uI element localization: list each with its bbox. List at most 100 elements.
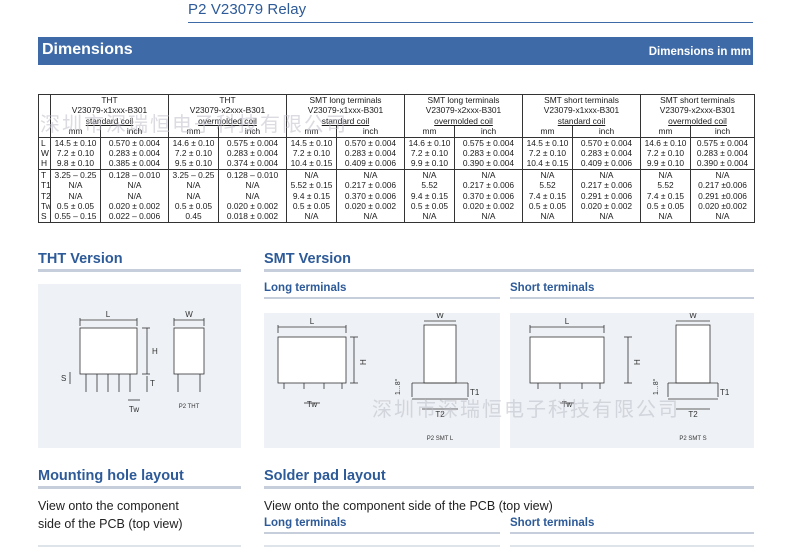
table-cell: 7.2 ± 0.10 <box>640 148 691 159</box>
table-cell: 0.5 ± 0.05 <box>286 201 337 212</box>
smt-short-drawing-panel: L W H 1...8° Tw T1 T2 P2 SMT S <box>510 311 754 448</box>
table-row: H 9.8 ± 0.10 0.385 ± 0.004 9.5 ± 0.10 0.374 … <box>38 158 755 170</box>
units-note: Dimensions in mm <box>648 46 751 58</box>
table-row: L 14.5 ± 0.10 0.570 ± 0.004 14.6 ± 0.10 0.57… <box>38 137 755 149</box>
mounting-panel-edge <box>38 545 241 547</box>
solder-text: View onto the component side of the PCB … <box>264 499 553 513</box>
table-row: W 7.2 ± 0.10 0.283 ± 0.004 7.2 ± 0.10 0.283 … <box>38 148 755 159</box>
table-cell: N/A <box>690 169 755 181</box>
smt-long-heading: Long terminals <box>264 282 347 294</box>
table-cell: N/A <box>100 190 169 202</box>
table-cell: 0.385 ± 0.004 <box>100 158 169 170</box>
table-cell: 7.2 ± 0.10 <box>522 148 573 159</box>
table-cell: 0.283 ± 0.004 <box>454 148 523 159</box>
table-cell: 0.128 – 0.010 <box>218 169 287 181</box>
smt-long-label-W: W <box>436 313 444 320</box>
table-cell: 0.575 ± 0.004 <box>218 137 287 149</box>
solder-pad-heading: Solder pad layout <box>264 468 386 484</box>
tht-version-heading: THT Version <box>38 251 123 267</box>
unit-label: inch <box>690 126 755 138</box>
table-cell: N/A <box>522 211 573 223</box>
table-cell: 0.020 ± 0.002 <box>454 201 523 212</box>
solder-short-rule <box>510 532 754 534</box>
table-cell: N/A <box>404 211 455 223</box>
table-cell: 7.2 ± 0.10 <box>50 148 101 159</box>
table-cell: N/A <box>572 169 641 181</box>
smt-short-caption: P2 SMT S <box>679 436 706 442</box>
row-label: T1 <box>38 180 51 191</box>
table-cell: 0.570 ± 0.004 <box>336 137 405 149</box>
table-cell: 5.52 <box>522 180 573 191</box>
group-part-number: V23079-x2xxx-B301 <box>404 105 523 116</box>
group-title: THT <box>50 94 169 106</box>
unit-label: inch <box>572 126 641 138</box>
table-row: S 0.55 – 0.15 0.022 – 0.006 0.45 0.018 ± 0.0… <box>38 211 755 223</box>
table-cell: 7.2 ± 0.10 <box>168 148 219 159</box>
mounting-heading-rule <box>38 486 241 489</box>
mounting-hole-heading: Mounting hole layout <box>38 468 184 484</box>
table-cell: 7.2 ± 0.10 <box>404 148 455 159</box>
table-cell: N/A <box>168 180 219 191</box>
row-label: T2 <box>38 190 51 202</box>
unit-label: mm <box>404 126 455 138</box>
table-cell: N/A <box>50 190 101 202</box>
table-cell: 0.409 ± 0.006 <box>572 158 641 170</box>
table-cell: 10.4 ± 0.15 <box>522 158 573 170</box>
table-cell: N/A <box>218 180 287 191</box>
group-title: SMT long terminals <box>404 94 523 106</box>
smt-short-rule <box>510 297 754 299</box>
table-cell: 0.409 ± 0.006 <box>336 158 405 170</box>
table-cell: 14.6 ± 0.10 <box>168 137 219 149</box>
row-label: S <box>38 211 51 223</box>
tht-body-end <box>173 327 205 375</box>
row-label: T <box>38 169 51 181</box>
table-cell: 0.020 ± 0.002 <box>572 201 641 212</box>
table-cell: 0.575 ± 0.004 <box>454 137 523 149</box>
table-cell: 0.370 ± 0.006 <box>454 190 523 202</box>
corner-cell <box>38 94 51 106</box>
table-cell: 0.5 ± 0.05 <box>522 201 573 212</box>
watermark-table: 深圳市深瑞恒电子科技有限公司 <box>40 112 348 136</box>
table-row: T1 N/A N/A N/A N/A 5.52 ± 0.15 0.217 ± 0.006 5.… <box>38 180 755 191</box>
table-cell: 0.570 ± 0.004 <box>100 137 169 149</box>
mounting-text-line2: side of the PCB (top view) <box>38 517 183 531</box>
smt-long-rule <box>264 297 500 299</box>
table-cell: 10.4 ± 0.15 <box>286 158 337 170</box>
table-cell: 0.020 ±0.002 <box>690 201 755 212</box>
tht-label-W: W <box>185 310 193 319</box>
table-cell: 0.291 ±0.006 <box>690 190 755 202</box>
table-cell: N/A <box>572 211 641 223</box>
unit-label: mm <box>640 126 691 138</box>
tht-relay-drawing: L W H T S Tw P2 THT <box>61 310 205 414</box>
smt-long-label-H: H <box>359 359 368 365</box>
tht-heading-rule <box>38 269 241 272</box>
solder-short-panel-edge <box>510 545 754 547</box>
table-cell: 9.8 ± 0.10 <box>50 158 101 170</box>
group-part-number: V23079-x1xxx-B301 <box>522 105 641 116</box>
smt-short-heading: Short terminals <box>510 282 595 294</box>
table-header-titles: THT THT SMT long terminals SMT long termina… <box>38 94 755 106</box>
table-cell: 9.9 ± 0.10 <box>640 158 691 170</box>
mounting-text-line1: View onto the component <box>38 499 179 513</box>
tht-label-T: T <box>150 379 155 388</box>
table-cell: 0.217 ± 0.006 <box>454 180 523 191</box>
table-cell: N/A <box>640 169 691 181</box>
table-cell: 0.020 ± 0.002 <box>336 201 405 212</box>
smt-long-drawing-panel: L W H 1...8° Tw T1 T2 P2 SMT L <box>264 311 500 448</box>
table-cell: 0.390 ± 0.004 <box>690 158 755 170</box>
table-cell: 0.575 ± 0.004 <box>690 137 755 149</box>
table-cell: 0.283 ± 0.004 <box>218 148 287 159</box>
table-cell: N/A <box>404 169 455 181</box>
table-cell: N/A <box>50 180 101 191</box>
table-cell: 0.020 ± 0.002 <box>100 201 169 212</box>
table-cell: N/A <box>168 190 219 202</box>
tht-label-Tw: Tw <box>129 405 139 414</box>
watermark-drawings: 深圳市深瑞恒电子科技有限公司 <box>372 397 680 421</box>
table-cell: 5.52 ± 0.15 <box>286 180 337 191</box>
table-cell: 3.25 – 0.25 <box>50 169 101 181</box>
table-cell: N/A <box>454 169 523 181</box>
table-cell: 0.217 ±0.006 <box>690 180 755 191</box>
group-part-number: V23079-x2xxx-B301 <box>640 105 755 116</box>
smt-long-caption: P2 SMT L <box>427 436 454 442</box>
row-label: W <box>38 148 51 159</box>
